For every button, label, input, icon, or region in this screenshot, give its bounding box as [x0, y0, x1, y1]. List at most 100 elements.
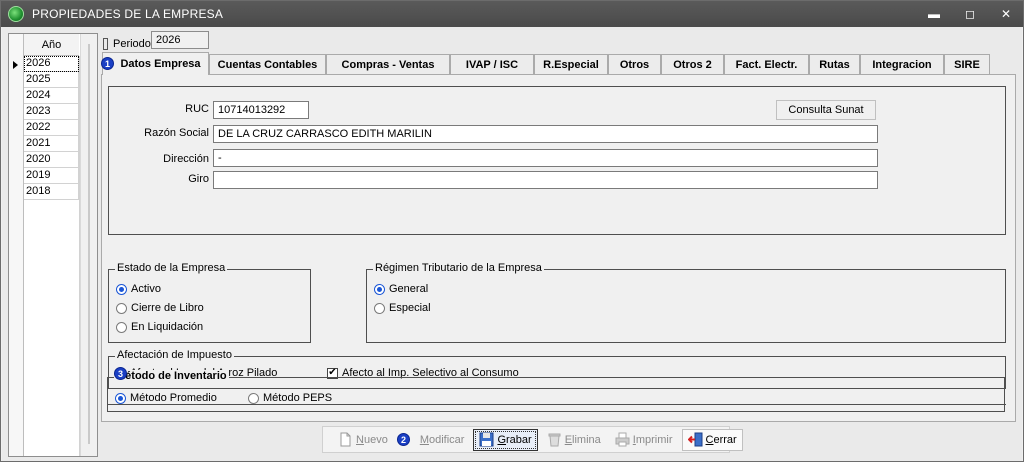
estado-group-title: Estado de la Empresa: [115, 262, 228, 274]
grabar-label: rabar: [506, 433, 532, 446]
nuevo-label: uevo: [363, 433, 388, 446]
empresa-info-box: RUC 10714013292 Consulta Sunat Razón Soc…: [108, 86, 1006, 235]
estado-group: Estado de la Empresa Activo Cierre de Li…: [108, 262, 311, 343]
radio-especial[interactable]: Especial: [374, 302, 431, 314]
window: PROPIEDADES DE LA EMPRESA ▬ ◻ ✕ Año 2026…: [0, 0, 1024, 462]
save-disk-icon: [479, 432, 494, 447]
tab-datos-empresa[interactable]: Datos Empresa: [102, 52, 209, 75]
ruc-field[interactable]: 10714013292: [213, 101, 309, 119]
tab-label: Datos Empresa: [120, 58, 201, 70]
close-button[interactable]: ✕: [989, 1, 1023, 27]
radio-activo[interactable]: Activo: [116, 283, 161, 295]
tab-otros-2[interactable]: Otros 2: [661, 54, 724, 75]
regimen-group: Régimen Tributario de la Empresa General…: [366, 262, 1006, 343]
nuevo-mnemonic: N: [356, 433, 364, 446]
scrollbar-thumb[interactable]: [88, 44, 90, 444]
periodo-check[interactable]: [103, 38, 108, 50]
regimen-group-title: Régimen Tributario de la Empresa: [373, 262, 544, 274]
razon-social-field[interactable]: DE LA CRUZ CARRASCO EDITH MARILIN: [213, 125, 878, 143]
action-toolbar: Nuevo Modificar Grabar Elimina Imprimir …: [322, 426, 743, 453]
year-row[interactable]: 2025: [24, 72, 79, 88]
radio-icon: [116, 321, 127, 333]
year-row[interactable]: 2019: [24, 168, 79, 184]
imprimir-label: mprimir: [635, 433, 673, 446]
direccion-field[interactable]: -: [213, 149, 878, 167]
year-grid[interactable]: Año 2026 2025 2024 2023 2022 2021 2020 2019 2018: [8, 33, 98, 457]
exit-door-icon: [687, 432, 703, 447]
radio-metodo-promedio[interactable]: Método Promedio: [115, 392, 217, 404]
inventario-group: Método de Inventario Método Promedio Mét…: [107, 370, 1005, 412]
radio-label: Método Promedio: [130, 392, 217, 404]
year-column-header[interactable]: Año: [24, 34, 79, 56]
printer-icon: [615, 432, 630, 447]
tab-rutas[interactable]: Rutas: [809, 54, 860, 75]
nuevo-button[interactable]: Nuevo: [333, 429, 393, 451]
marker-badge-2: 2: [397, 433, 410, 446]
tab-ivap-isc[interactable]: IVAP / ISC: [450, 54, 534, 75]
radio-label: Especial: [389, 302, 431, 314]
year-row[interactable]: 2020: [24, 152, 79, 168]
marker-badge-1: 1: [101, 57, 114, 70]
cerrar-label: errar: [713, 433, 737, 446]
tab-cuentas-contables[interactable]: Cuentas Contables: [209, 54, 326, 75]
direccion-label: Dirección: [163, 153, 209, 165]
cerrar-mnemonic: C: [705, 433, 714, 446]
radio-selected-icon: [116, 283, 127, 295]
tab-otros[interactable]: Otros: [608, 54, 661, 75]
title-bar[interactable]: PROPIEDADES DE LA EMPRESA ▬ ◻ ✕: [1, 1, 1023, 27]
elimina-mnemonic: E: [564, 433, 573, 446]
radio-selected-icon: [115, 392, 126, 404]
elimina-button[interactable]: Elimina: [542, 429, 606, 451]
cerrar-button[interactable]: Cerrar: [681, 428, 743, 451]
tab-integracion[interactable]: Integracion: [860, 54, 944, 75]
maximize-button[interactable]: ◻: [953, 1, 987, 27]
app-icon: [8, 6, 24, 22]
marker-badge-3: 3: [114, 367, 127, 380]
new-document-icon: [340, 432, 351, 447]
tab-r-especial[interactable]: R.Especial: [534, 54, 608, 75]
radio-label: En Liquidación: [131, 321, 204, 333]
ruc-label: RUC: [185, 103, 209, 115]
trash-icon: [548, 433, 561, 447]
radio-label: General: [389, 283, 429, 295]
tab-panel-datos-empresa: RUC 10714013292 Consulta Sunat Razón Soc…: [101, 74, 1016, 422]
giro-field[interactable]: [213, 171, 878, 189]
radio-label: Método PEPS: [263, 392, 333, 404]
afectacion-group-title: Afectación de Impuesto: [115, 349, 234, 361]
year-row[interactable]: 2021: [24, 136, 79, 152]
year-row[interactable]: 2023: [24, 104, 79, 120]
radio-en-liquidacion[interactable]: En Liquidación: [116, 321, 203, 333]
giro-label: Giro: [188, 173, 209, 185]
inventario-group-title: Método de Inventario: [114, 370, 229, 382]
tab-fact-electr[interactable]: Fact. Electr.: [724, 54, 809, 75]
radio-general[interactable]: General: [374, 283, 428, 295]
year-row[interactable]: 2018: [24, 184, 79, 200]
year-grid-scrollbar[interactable]: [80, 34, 97, 456]
window-title: PROPIEDADES DE LA EMPRESA: [32, 7, 224, 21]
minimize-button[interactable]: ▬: [917, 1, 951, 27]
radio-icon: [248, 392, 259, 404]
radio-icon: [374, 302, 385, 314]
tab-compras-ventas[interactable]: Compras - Ventas: [326, 54, 450, 75]
periodo-label: Periodo: [113, 38, 151, 50]
radio-icon: [116, 302, 127, 314]
grabar-button[interactable]: Grabar: [473, 428, 538, 451]
razon-social-label: Razón Social: [144, 127, 209, 139]
radio-label: Activo: [131, 283, 161, 295]
year-row[interactable]: 2022: [24, 120, 79, 136]
radio-selected-icon: [374, 283, 385, 295]
year-rows: 2026 2025 2024 2023 2022 2021 2020 2019 2018: [24, 56, 79, 200]
year-row[interactable]: 2026: [24, 56, 79, 72]
year-row[interactable]: 2024: [24, 88, 79, 104]
modificar-label: odificar: [428, 433, 465, 446]
periodo-field[interactable]: 2026: [151, 31, 209, 49]
elimina-label: limina: [572, 433, 601, 446]
radio-label: Cierre de Libro: [131, 302, 204, 314]
imprimir-button[interactable]: Imprimir: [610, 429, 678, 451]
consulta-sunat-button[interactable]: Consulta Sunat: [776, 100, 876, 120]
tab-strip: Datos Empresa Cuentas Contables Compras …: [102, 52, 990, 75]
radio-cierre-de-libro[interactable]: Cierre de Libro: [116, 302, 204, 314]
window-body: Año 2026 2025 2024 2023 2022 2021 2020 2019 2018…: [2, 27, 1022, 461]
radio-metodo-peps[interactable]: Método PEPS: [248, 392, 332, 404]
tab-sire[interactable]: SIRE: [944, 54, 990, 75]
